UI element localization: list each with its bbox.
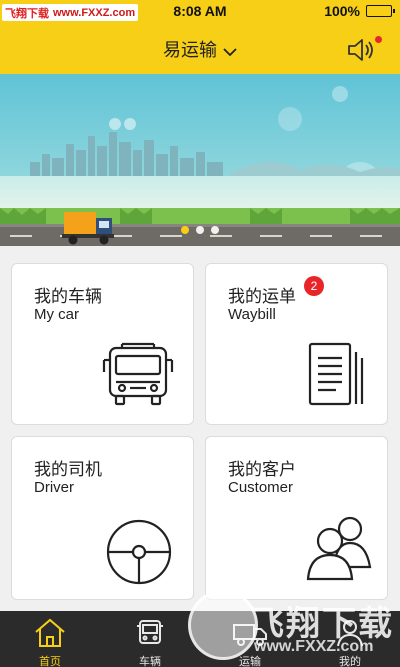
card-title-en: Waybill [228, 306, 276, 323]
steering-wheel-icon [104, 517, 174, 591]
battery-percent: 100% [324, 3, 360, 19]
bus-icon [100, 342, 176, 412]
watermark-logo [188, 590, 258, 660]
card-title-en: Customer [228, 479, 294, 496]
home-icon [30, 617, 70, 649]
tab-vehicle[interactable]: 车辆 [100, 611, 200, 667]
card-title-cn: 我的运单 [228, 287, 296, 307]
chevron-down-icon [223, 41, 237, 62]
speaker-icon[interactable] [346, 36, 382, 64]
status-bar: 飞翔下载 www.FXXZ.com 8:08 AM 100% [0, 0, 400, 24]
watermark-url: www.FXXZ.com [254, 638, 374, 655]
card-title-en: My car [34, 306, 79, 323]
notification-dot [375, 36, 382, 43]
tab-label: 首页 [39, 655, 61, 667]
banner-illustration [0, 74, 400, 246]
card-waybill[interactable]: 我的运单 2 Waybill [205, 263, 388, 425]
card-customer[interactable]: 我的客户 Customer [205, 436, 388, 600]
battery-icon [366, 5, 395, 17]
card-title-cn: 我的车辆 [34, 287, 102, 307]
card-driver[interactable]: 我的司机 Driver [11, 436, 194, 600]
tab-home[interactable]: 首页 [0, 611, 100, 667]
card-title-cn: 我的客户 [228, 460, 296, 480]
card-title-en: Driver [34, 479, 74, 496]
carousel-dot[interactable] [211, 226, 219, 234]
carousel-indicator[interactable] [0, 226, 400, 234]
waybill-icon [306, 340, 368, 414]
card-title-cn: 我的司机 [34, 460, 102, 480]
app-title-selector[interactable]: 易运输 [0, 36, 400, 62]
banner-carousel[interactable] [0, 74, 400, 246]
customers-icon [304, 513, 376, 587]
vehicle-icon [130, 617, 170, 649]
nav-bar: 易运输 [0, 24, 400, 74]
watermark-overlay: 飞翔下载 www.FXXZ.com [188, 588, 400, 667]
carousel-dot[interactable] [181, 226, 189, 234]
waybill-badge: 2 [304, 276, 324, 296]
carousel-dot[interactable] [196, 226, 204, 234]
card-my-car[interactable]: 我的车辆 My car [11, 263, 194, 425]
battery-status: 100% [324, 3, 395, 19]
app-title: 易运输 [163, 40, 217, 61]
tab-label: 车辆 [139, 655, 161, 667]
